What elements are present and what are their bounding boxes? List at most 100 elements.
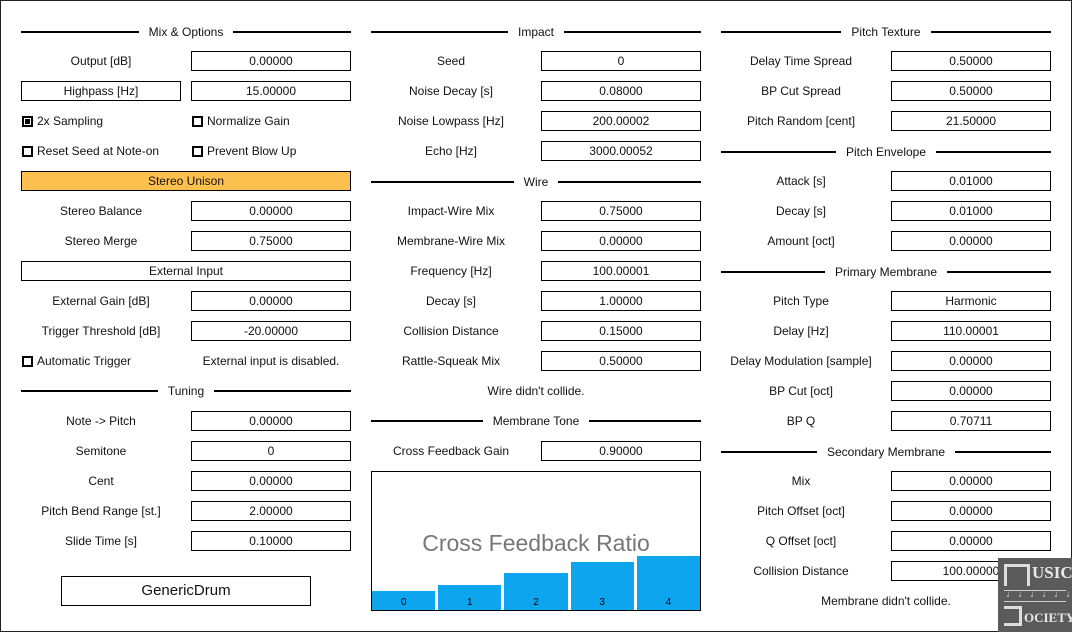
checkbox-checked-icon[interactable] bbox=[22, 115, 33, 127]
row-trigger-threshold: Trigger Threshold [dB] -20.00000 bbox=[21, 321, 351, 341]
checkbox-reset-seed[interactable]: Reset Seed at Note-on bbox=[22, 141, 159, 161]
wire-frequency-field[interactable]: 100.00001 bbox=[541, 261, 701, 281]
divider bbox=[589, 420, 701, 422]
attack-field[interactable]: 0.01000 bbox=[891, 171, 1051, 191]
pitch-random-field[interactable]: 21.50000 bbox=[891, 111, 1051, 131]
chart-bar[interactable]: 4 bbox=[636, 556, 700, 610]
external-input-button[interactable]: External Input bbox=[21, 261, 351, 281]
stereo-balance-field[interactable]: 0.00000 bbox=[191, 201, 351, 221]
row-pitch-bend-range: Pitch Bend Range [st.] 2.00000 bbox=[21, 501, 351, 521]
noise-lowpass-field[interactable]: 200.00002 bbox=[541, 111, 701, 131]
stereo-merge-field[interactable]: 0.75000 bbox=[191, 231, 351, 251]
slide-time-field[interactable]: 0.10000 bbox=[191, 531, 351, 551]
rattle-squeak-mix-field[interactable]: 0.50000 bbox=[541, 351, 701, 371]
cross-feedback-ratio-bar-editor[interactable]: Cross Feedback Ratio 0 1 2 3 4 bbox=[371, 471, 701, 611]
divider bbox=[21, 390, 158, 392]
pitch-offset-field[interactable]: 0.00000 bbox=[891, 501, 1051, 521]
chart-title: Cross Feedback Ratio bbox=[422, 530, 650, 556]
checkbox-prevent-blow-up[interactable]: Prevent Blow Up bbox=[192, 141, 296, 161]
checkbox-label: Reset Seed at Note-on bbox=[37, 144, 160, 158]
row-pitch-type: Pitch Type Harmonic bbox=[721, 291, 1051, 311]
stereo-unison-button[interactable]: Stereo Unison bbox=[21, 171, 351, 191]
section-title: Secondary Membrane bbox=[826, 445, 946, 459]
checkbox-unchecked-icon[interactable] bbox=[22, 355, 33, 367]
checkbox-automatic-trigger[interactable]: Automatic Trigger bbox=[22, 351, 131, 371]
envelope-decay-field[interactable]: 0.01000 bbox=[891, 201, 1051, 221]
membrane-wire-mix-field[interactable]: 0.00000 bbox=[541, 231, 701, 251]
chart-bar-label: 0 bbox=[400, 597, 407, 608]
checkbox-unchecked-icon[interactable] bbox=[192, 145, 203, 157]
external-gain-field[interactable]: 0.00000 bbox=[191, 291, 351, 311]
secondary-mix-field[interactable]: 0.00000 bbox=[891, 471, 1051, 491]
amount-field[interactable]: 0.00000 bbox=[891, 231, 1051, 251]
highpass-field[interactable]: 15.00000 bbox=[191, 81, 351, 101]
row-pitch-random: Pitch Random [cent] 21.50000 bbox=[721, 111, 1051, 131]
pitch-offset-label: Pitch Offset [oct] bbox=[757, 504, 845, 518]
row-q-offset: Q Offset [oct] 0.00000 bbox=[721, 531, 1051, 551]
rattle-squeak-mix-label: Rattle-Squeak Mix bbox=[401, 354, 501, 368]
impact-wire-mix-field[interactable]: 0.75000 bbox=[541, 201, 701, 221]
cent-field[interactable]: 0.00000 bbox=[191, 471, 351, 491]
chart-bar-label: 3 bbox=[599, 597, 605, 608]
chart-bar[interactable]: 1 bbox=[438, 585, 502, 610]
highpass-button[interactable]: Highpass [Hz] bbox=[21, 81, 181, 101]
chart-bar[interactable]: 0 bbox=[372, 590, 436, 610]
delay-hz-field[interactable]: 110.00001 bbox=[891, 321, 1051, 341]
external-input-status: External input is disabled. bbox=[202, 354, 340, 368]
wire-decay-field[interactable]: 1.00000 bbox=[541, 291, 701, 311]
wire-collision-status: Wire didn't collide. bbox=[487, 384, 585, 398]
trigger-threshold-field[interactable]: -20.00000 bbox=[191, 321, 351, 341]
attack-label: Attack [s] bbox=[776, 174, 826, 188]
divider bbox=[721, 271, 825, 273]
bp-cut-field[interactable]: 0.00000 bbox=[891, 381, 1051, 401]
chart-bar-label: 1 bbox=[467, 597, 473, 608]
chart-bar[interactable]: 2 bbox=[504, 572, 568, 610]
cross-feedback-gain-field[interactable]: 0.90000 bbox=[541, 441, 701, 461]
row-echo: Echo [Hz] 3000.00052 bbox=[371, 141, 701, 161]
secondary-mix-label: Mix bbox=[791, 474, 811, 488]
plugin-name-button[interactable]: GenericDrum bbox=[61, 576, 311, 606]
note-pitch-label: Note -> Pitch bbox=[66, 414, 136, 428]
chart-bar-label: 4 bbox=[665, 597, 672, 608]
delay-modulation-field[interactable]: 0.00000 bbox=[891, 351, 1051, 371]
wire-collision-distance-field[interactable]: 0.15000 bbox=[541, 321, 701, 341]
row-cent: Cent 0.00000 bbox=[21, 471, 351, 491]
bp-cut-spread-field[interactable]: 0.50000 bbox=[891, 81, 1051, 101]
row-cross-feedback-gain: Cross Feedback Gain 0.90000 bbox=[371, 441, 701, 461]
checkbox-unchecked-icon[interactable] bbox=[192, 115, 203, 127]
divider bbox=[371, 420, 483, 422]
bp-q-field[interactable]: 0.70711 bbox=[891, 411, 1051, 431]
row-slide-time: Slide Time [s] 0.10000 bbox=[21, 531, 351, 551]
chart-bar[interactable]: 3 bbox=[570, 561, 634, 610]
section-title: Wire bbox=[523, 175, 549, 189]
section-pitch-texture: Pitch Texture bbox=[721, 22, 1051, 42]
row-attack: Attack [s] 0.01000 bbox=[721, 171, 1051, 191]
divider bbox=[721, 151, 836, 153]
section-membrane-tone: Membrane Tone bbox=[371, 411, 701, 431]
wire-collision-distance-label: Collision Distance bbox=[403, 324, 499, 338]
section-mix-options: Mix & Options bbox=[21, 22, 352, 42]
divider bbox=[721, 31, 842, 33]
semitone-field[interactable]: 0 bbox=[191, 441, 351, 461]
divider bbox=[564, 31, 702, 33]
note-pitch-field[interactable]: 0.00000 bbox=[191, 411, 351, 431]
output-field[interactable]: 0.00000 bbox=[191, 51, 351, 71]
output-label: Output [dB] bbox=[70, 54, 132, 68]
checkbox-normalize-gain[interactable]: Normalize Gain bbox=[192, 111, 290, 131]
section-impact: Impact bbox=[371, 22, 702, 42]
echo-field[interactable]: 3000.00052 bbox=[541, 141, 701, 161]
pitch-bend-range-field[interactable]: 2.00000 bbox=[191, 501, 351, 521]
pitch-type-select[interactable]: Harmonic bbox=[891, 291, 1051, 311]
noise-decay-field[interactable]: 0.08000 bbox=[541, 81, 701, 101]
delay-time-spread-field[interactable]: 0.50000 bbox=[891, 51, 1051, 71]
row-wire-decay: Decay [s] 1.00000 bbox=[371, 291, 701, 311]
impact-wire-mix-label: Impact-Wire Mix bbox=[407, 204, 495, 218]
divider bbox=[21, 31, 139, 33]
checkbox-2x-sampling[interactable]: 2x Sampling bbox=[22, 111, 103, 131]
row-envelope-decay: Decay [s] 0.01000 bbox=[721, 201, 1051, 221]
envelope-decay-label: Decay [s] bbox=[775, 204, 826, 218]
stereo-merge-label: Stereo Merge bbox=[64, 234, 138, 248]
checkbox-unchecked-icon[interactable] bbox=[22, 145, 33, 157]
seed-field[interactable]: 0 bbox=[541, 51, 701, 71]
q-offset-field[interactable]: 0.00000 bbox=[891, 531, 1051, 551]
